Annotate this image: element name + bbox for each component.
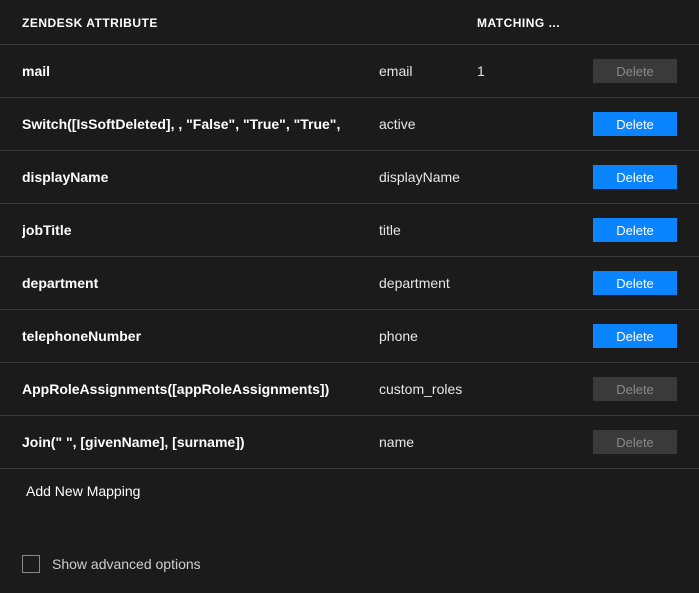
source-attribute: jobTitle [22,222,379,238]
show-advanced-checkbox[interactable] [22,555,40,573]
table-row[interactable]: AppRoleAssignments([appRoleAssignments])… [0,363,699,416]
target-attribute: phone [379,328,477,344]
target-attribute: title [379,222,477,238]
target-attribute: name [379,434,477,450]
mapping-table: ZENDESK ATTRIBUTE MATCHING ... mailemail… [0,0,699,513]
source-attribute: mail [22,63,379,79]
matching-value: 1 [477,63,577,79]
attribute-mapping-panel: { "columns": { "zendesk": "ZENDESK ATTRI… [0,0,699,593]
source-attribute: displayName [22,169,379,185]
table-row[interactable]: mailemail1 Delete [0,45,699,98]
source-attribute: department [22,275,379,291]
table-row[interactable]: Switch([IsSoftDeleted], , "False", "True… [0,98,699,151]
source-attribute: AppRoleAssignments([appRoleAssignments]) [22,381,379,397]
delete-button[interactable]: Delete [593,324,677,348]
delete-button[interactable]: Delete [593,112,677,136]
delete-button: Delete [593,430,677,454]
target-attribute: custom_roles [379,381,477,397]
source-attribute: Switch([IsSoftDeleted], , "False", "True… [22,116,379,132]
delete-button: Delete [593,59,677,83]
add-new-mapping-link[interactable]: Add New Mapping [26,483,140,499]
target-attribute: email [379,63,477,79]
source-attribute: Join(" ", [givenName], [surname]) [22,434,379,450]
target-attribute: active [379,116,477,132]
add-mapping-row[interactable]: Add New Mapping [0,469,699,513]
table-header: ZENDESK ATTRIBUTE MATCHING ... [0,0,699,45]
column-header-zendesk: ZENDESK ATTRIBUTE [22,16,379,30]
target-attribute: displayName [379,169,477,185]
table-row[interactable]: displayNamedisplayName Delete [0,151,699,204]
delete-button[interactable]: Delete [593,165,677,189]
delete-button[interactable]: Delete [593,271,677,295]
table-row[interactable]: departmentdepartment Delete [0,257,699,310]
show-advanced-label: Show advanced options [52,556,201,572]
table-row[interactable]: telephoneNumberphone Delete [0,310,699,363]
delete-button: Delete [593,377,677,401]
table-row[interactable]: Join(" ", [givenName], [surname])name Del… [0,416,699,469]
table-row[interactable]: jobTitletitle Delete [0,204,699,257]
target-attribute: department [379,275,477,291]
delete-button[interactable]: Delete [593,218,677,242]
column-header-matching: MATCHING ... [477,16,577,30]
source-attribute: telephoneNumber [22,328,379,344]
footer: Show advanced options [0,513,699,593]
